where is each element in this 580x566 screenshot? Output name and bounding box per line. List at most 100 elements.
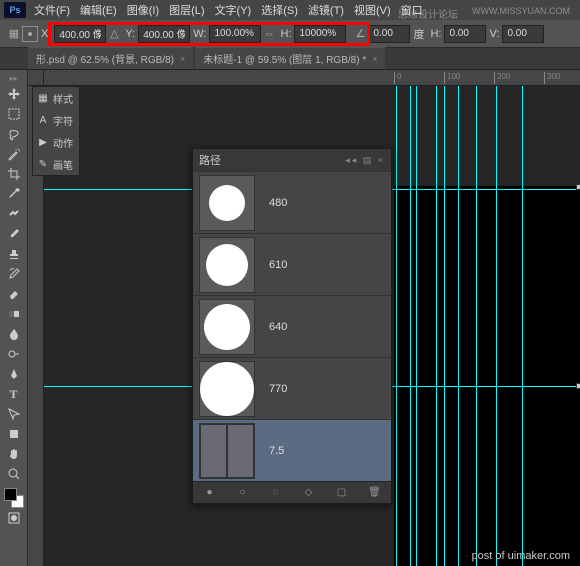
panel-styles[interactable]: ▦样式 <box>33 87 79 109</box>
ruler-tick: 0 <box>394 72 401 84</box>
new-path-icon[interactable]: ▢ <box>335 486 349 500</box>
expand-icon[interactable]: ▸▸ <box>0 74 27 84</box>
guide[interactable] <box>436 86 437 566</box>
menu-view[interactable]: 视图(V) <box>354 2 391 18</box>
eyedropper-tool-icon[interactable] <box>3 184 25 204</box>
angle-input[interactable] <box>368 25 410 43</box>
fg-color-swatch[interactable] <box>4 488 17 501</box>
guide[interactable] <box>416 86 417 566</box>
paths-panel[interactable]: 路径 ◂◂ ▤ × 480 610 640 770 7.5 ● ○ ◌ ◇ ▢ … <box>192 148 392 504</box>
ruler-horizontal[interactable]: 0 100 200 300 <box>44 70 580 86</box>
wand-tool-icon[interactable] <box>3 144 25 164</box>
tab-doc-2[interactable]: 未标题-1 @ 59.5% (图层 1, RGB/8) * × <box>195 47 385 69</box>
delete-path-icon[interactable]: 🗑 <box>368 486 382 500</box>
history-brush-icon[interactable] <box>3 264 25 284</box>
w-label: W: <box>193 28 206 40</box>
ruler-corner <box>28 70 44 86</box>
shape-tool-icon[interactable] <box>3 424 25 444</box>
document-tabbar: 形.psd @ 62.5% (背景, RGB/8) × 未标题-1 @ 59.5… <box>0 48 580 70</box>
ruler-tick: 300 <box>544 72 560 84</box>
panel-menu-icon[interactable]: ◂◂ ▤ × <box>345 155 385 166</box>
menu-file[interactable]: 文件(F) <box>34 2 70 18</box>
reference-point-icon[interactable] <box>22 26 38 42</box>
dodge-tool-icon[interactable] <box>3 344 25 364</box>
watermark: WWW.MISSYUAN.COM <box>472 6 570 16</box>
heal-tool-icon[interactable] <box>3 204 25 224</box>
selection-path-icon[interactable]: ◌ <box>269 486 283 500</box>
delta-icon[interactable]: △ <box>106 26 122 42</box>
guide[interactable] <box>444 86 445 566</box>
watermark: 思缘设计论坛 <box>398 6 458 21</box>
transform-handle[interactable] <box>576 383 580 389</box>
character-icon: A <box>37 115 49 126</box>
blur-tool-icon[interactable] <box>3 324 25 344</box>
hand-tool-icon[interactable] <box>3 444 25 464</box>
y-label: Y: <box>125 28 135 40</box>
guide[interactable] <box>522 86 523 566</box>
path-row[interactable]: 640 <box>193 295 391 357</box>
panel-header[interactable]: 路径 ◂◂ ▤ × <box>193 149 391 171</box>
artboard <box>394 186 580 566</box>
menu-edit[interactable]: 编辑(E) <box>80 2 117 18</box>
collapsed-panels[interactable]: ▦样式 A字符 ▶动作 ✎画笔 <box>32 86 80 176</box>
transform-handle[interactable] <box>576 184 580 190</box>
guide[interactable] <box>496 86 497 566</box>
pen-tool-icon[interactable] <box>3 364 25 384</box>
close-icon[interactable]: × <box>372 54 377 64</box>
w-input[interactable] <box>209 25 261 43</box>
menu-type[interactable]: 文字(Y) <box>215 2 252 18</box>
path-row-selected[interactable]: 7.5 <box>193 419 391 481</box>
y-input[interactable] <box>138 25 190 43</box>
path-row[interactable]: 770 <box>193 357 391 419</box>
eraser-tool-icon[interactable] <box>3 284 25 304</box>
path-row[interactable]: 480 <box>193 171 391 233</box>
panel-character[interactable]: A字符 <box>33 109 79 131</box>
options-bar: ▦ X: △ Y: W: ⇔ H: ∠ 度 H: V: <box>0 20 580 48</box>
guide[interactable] <box>410 86 411 566</box>
transform-icon[interactable]: ▦ <box>6 26 22 42</box>
type-tool-icon[interactable]: T <box>3 384 25 404</box>
guide[interactable] <box>476 86 477 566</box>
panel-actions[interactable]: ▶动作 <box>33 131 79 153</box>
menu-filter[interactable]: 滤镜(T) <box>308 2 344 18</box>
path-row[interactable]: 610 <box>193 233 391 295</box>
crop-tool-icon[interactable] <box>3 164 25 184</box>
ruler-tick: 200 <box>494 72 510 84</box>
guide[interactable] <box>458 86 459 566</box>
guide[interactable] <box>396 86 397 566</box>
hskew-input[interactable] <box>444 25 486 43</box>
path-label: 640 <box>269 321 287 333</box>
close-icon[interactable]: × <box>180 54 185 64</box>
path-tool-icon[interactable] <box>3 404 25 424</box>
move-tool-icon[interactable] <box>3 84 25 104</box>
menu-image[interactable]: 图像(I) <box>127 2 159 18</box>
path-thumb <box>199 175 255 231</box>
stroke-path-icon[interactable]: ○ <box>236 486 250 500</box>
styles-icon: ▦ <box>37 93 49 104</box>
tab-label: 未标题-1 @ 59.5% (图层 1, RGB/8) * <box>203 51 366 66</box>
panel-footer: ● ○ ◌ ◇ ▢ 🗑 <box>193 481 391 503</box>
panel-brushes[interactable]: ✎画笔 <box>33 153 79 175</box>
h-input[interactable] <box>294 25 346 43</box>
footer-credit: post of uimaker.com <box>472 550 570 562</box>
hskew-label: H: <box>430 28 441 40</box>
make-path-icon[interactable]: ◇ <box>302 486 316 500</box>
menu-select[interactable]: 选择(S) <box>261 2 298 18</box>
quickmask-icon[interactable] <box>3 508 25 528</box>
link-icon[interactable]: ⇔ <box>261 26 277 42</box>
vskew-input[interactable] <box>502 25 544 43</box>
path-label: 7.5 <box>269 445 284 457</box>
stamp-tool-icon[interactable] <box>3 244 25 264</box>
gradient-tool-icon[interactable] <box>3 304 25 324</box>
marquee-tool-icon[interactable] <box>3 104 25 124</box>
lasso-tool-icon[interactable] <box>3 124 25 144</box>
fill-path-icon[interactable]: ● <box>203 486 217 500</box>
tab-doc-1[interactable]: 形.psd @ 62.5% (背景, RGB/8) × <box>28 47 193 69</box>
brush-tool-icon[interactable] <box>3 224 25 244</box>
menu-layer[interactable]: 图层(L) <box>169 2 204 18</box>
actions-icon: ▶ <box>37 137 49 148</box>
x-input[interactable] <box>54 25 106 43</box>
x-label: X: <box>41 28 51 40</box>
color-swatches[interactable] <box>4 488 24 508</box>
zoom-tool-icon[interactable] <box>3 464 25 484</box>
